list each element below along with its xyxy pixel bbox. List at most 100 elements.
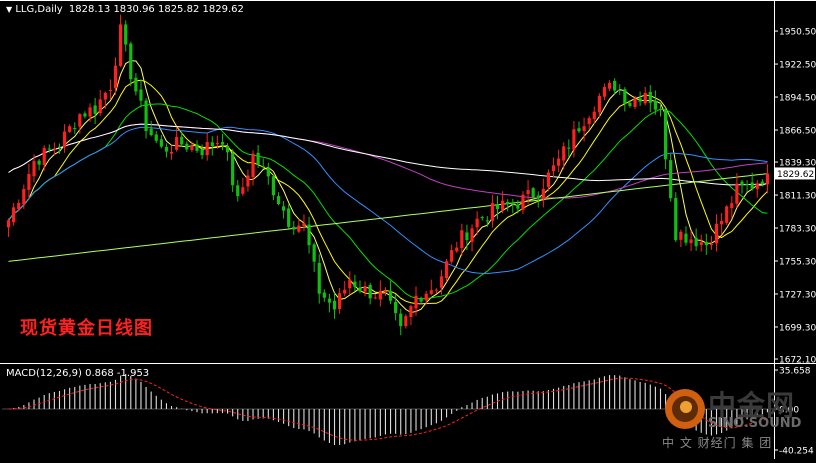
chart-window: 1950.50 1922.50 1894.50 1866.50 1839.30 1811.… [0, 0, 816, 459]
candle-body [434, 289, 438, 291]
candle-body [169, 151, 174, 154]
ma-20-line [8, 103, 768, 300]
candle-body [292, 226, 296, 230]
candle-body [83, 113, 87, 117]
candle-body [108, 90, 113, 92]
candle-body [134, 77, 138, 92]
candle-body [348, 280, 352, 289]
candle-body [562, 146, 566, 161]
candle-body [572, 129, 576, 150]
candle-body [602, 87, 607, 97]
candle-body [475, 218, 479, 228]
candle-body [506, 202, 510, 204]
candle-body [317, 262, 321, 294]
candle-body [180, 136, 184, 145]
candle-body [495, 204, 500, 210]
candle-body [455, 247, 459, 252]
candle-body [444, 261, 449, 279]
candle-body [709, 243, 714, 245]
candle-body [399, 313, 403, 327]
price-tick-label: 1894.50 [779, 94, 816, 104]
candle-body [73, 128, 77, 130]
ma-40-line [8, 126, 768, 275]
candle-body [88, 107, 92, 117]
candle-body [541, 189, 545, 200]
candle-body [22, 189, 26, 205]
candle-body [42, 147, 46, 165]
watermark-en: SINO.SOUND [708, 416, 802, 431]
candle-body [200, 149, 204, 156]
ma-90-line [8, 123, 768, 186]
candle-body [343, 289, 347, 294]
candle-body [669, 160, 673, 199]
candle-body [638, 98, 642, 102]
candle-body [246, 175, 250, 187]
candle-body [557, 158, 561, 166]
candle-body [210, 142, 214, 147]
candle-body [643, 92, 647, 104]
candle-body [465, 232, 469, 241]
candle-body [327, 298, 332, 303]
candle-body [373, 297, 377, 299]
price-tick-label: 1922.50 [779, 61, 816, 71]
candle-body [231, 152, 235, 186]
candle-body [429, 290, 433, 294]
candle-body [124, 24, 128, 45]
price-tick-label: 1727.30 [779, 290, 816, 300]
candle-body [154, 134, 158, 141]
candle-body [501, 200, 505, 210]
candle-body [633, 98, 637, 108]
candle-body [32, 161, 36, 177]
candle-body [62, 131, 67, 147]
candle-body [414, 295, 418, 309]
candle-body [618, 89, 622, 91]
symbol-label: LLG,Daily [15, 4, 63, 15]
price-tick-label: 1950.50 [779, 28, 816, 38]
candle-body [98, 99, 102, 114]
candle-body [424, 293, 428, 301]
price-tick-label: 1755.30 [779, 258, 816, 268]
candle-body [470, 228, 474, 242]
candle-body [144, 100, 148, 132]
candle-body [760, 181, 764, 185]
candle-body [37, 160, 41, 165]
candle-body [607, 82, 612, 89]
candle-body [256, 152, 260, 165]
candle-body [750, 182, 754, 189]
candle-body [271, 176, 275, 196]
dropdown-triangle-icon[interactable]: ▼ [6, 5, 12, 14]
candle-body [613, 80, 617, 91]
candle-body [241, 187, 245, 194]
candle-body [6, 220, 11, 228]
ma-200-line [8, 173, 768, 262]
candle-body [52, 148, 56, 150]
candle-body [674, 197, 678, 241]
candle-body [205, 142, 209, 156]
candle-body [363, 286, 367, 292]
candle-body [663, 110, 668, 160]
candle-body [419, 297, 423, 302]
candle-body [27, 173, 31, 190]
candle-body [725, 206, 729, 223]
candle-body [220, 142, 225, 145]
candle-body [225, 146, 230, 153]
candle-body [185, 143, 189, 150]
candle-body [720, 220, 724, 225]
ohlc-values: 1828.13 1830.96 1825.82 1829.62 [68, 4, 244, 15]
candle-body [526, 190, 530, 195]
candle-body [567, 147, 571, 149]
candle-body [287, 208, 291, 227]
macd-label: MACD(12,26,9) 0.868 -1.953 [6, 368, 150, 379]
chart-header: ▼ LLG,Daily 1828.13 1830.96 1825.82 1829… [6, 4, 244, 15]
candle-body [592, 111, 596, 120]
candle-body [251, 153, 255, 178]
candle-body [597, 95, 601, 113]
candle-body [195, 144, 199, 151]
candle-body [378, 290, 382, 300]
candle-body [684, 233, 688, 243]
watermark-sub: 中 文 财经门 集 团 [662, 436, 773, 450]
candle-body [740, 181, 744, 186]
candle-body [302, 223, 306, 227]
overlay-title: 现货黄金日线图 [20, 318, 153, 339]
candle-body [47, 148, 51, 150]
